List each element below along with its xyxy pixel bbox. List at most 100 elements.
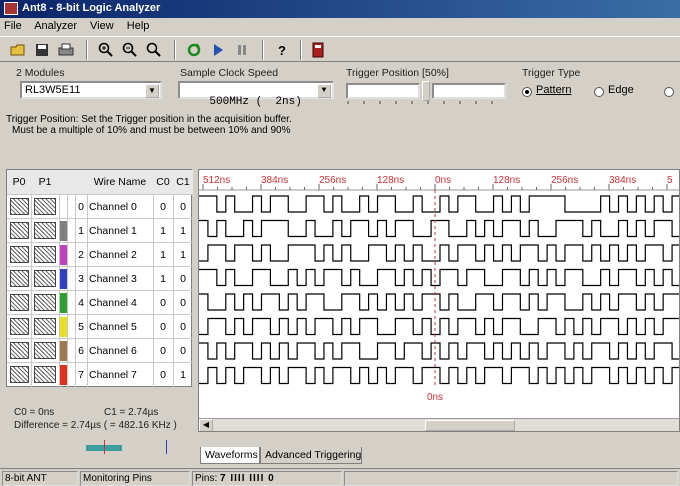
table-row[interactable]: 0 Channel 0 0 0 — [7, 194, 193, 218]
channel-c1: 1 — [180, 249, 186, 261]
p1-pattern[interactable] — [34, 318, 56, 335]
table-row[interactable]: 3 Channel 3 1 0 — [7, 266, 193, 290]
waveform-channel-7 — [199, 366, 679, 385]
scroll-left-icon[interactable]: ◀ — [199, 419, 213, 431]
channel-c1: 0 — [180, 345, 186, 357]
status-mode: Monitoring Pins — [80, 471, 190, 486]
p1-pattern[interactable] — [34, 270, 56, 287]
channel-name[interactable]: Channel 7 — [89, 363, 153, 387]
table-row[interactable]: 6 Channel 6 0 0 — [7, 338, 193, 362]
table-row[interactable]: 7 Channel 7 0 1 — [7, 362, 193, 386]
status-device: 8-bit ANT — [2, 471, 78, 486]
channel-color-swatch — [60, 365, 67, 385]
waveform-channel-0 — [199, 195, 679, 213]
radio-other[interactable] — [664, 87, 674, 97]
p0-pattern[interactable] — [10, 294, 29, 311]
ruler-tick-label: 384ns — [261, 175, 288, 186]
channel-index: 5 — [78, 321, 84, 333]
settings-panel: 2 Modules RL3W5E11 ▼ Sample Clock Speed … — [0, 63, 680, 111]
channel-name[interactable]: Channel 0 — [89, 195, 153, 219]
save-icon[interactable] — [32, 40, 52, 60]
p1-pattern[interactable] — [34, 342, 56, 359]
channel-c0: 1 — [160, 225, 166, 237]
radio-pattern[interactable] — [522, 87, 532, 97]
table-row[interactable]: 1 Channel 1 1 1 — [7, 218, 193, 242]
p0-pattern[interactable] — [10, 198, 29, 215]
app-icon — [4, 2, 18, 15]
clock-speed-select[interactable]: 500MHz ( 2ns) ▼ — [178, 81, 334, 108]
waveform-channel-1 — [199, 219, 679, 238]
menu-view[interactable]: View — [90, 20, 114, 32]
help-icon[interactable]: ? — [272, 40, 292, 60]
p0-pattern[interactable] — [10, 318, 29, 335]
channel-c1: 0 — [180, 297, 186, 309]
menu-bar: File Analyzer View Help — [0, 18, 680, 36]
channel-name[interactable]: Channel 5 — [89, 315, 153, 339]
menu-help[interactable]: Help — [127, 20, 150, 32]
channel-index: 3 — [78, 273, 84, 285]
radio-edge-label: Edge — [608, 84, 634, 96]
waveform-canvas[interactable]: 512ns 384ns 256ns 128ns 0ns 128ns 256ns 384ns 5 … — [199, 170, 680, 432]
horizontal-scrollbar[interactable]: ◀ — [199, 418, 679, 431]
ruler-tick-label: 384ns — [609, 175, 636, 186]
p1-pattern[interactable] — [34, 222, 56, 239]
title-bar: Ant8 - 8-bit Logic Analyzer — [0, 0, 680, 18]
p1-pattern[interactable] — [34, 294, 56, 311]
channel-c0: 0 — [160, 345, 166, 357]
zoom-out-icon[interactable] — [120, 40, 140, 60]
tab-waveforms[interactable]: Waveforms — [200, 447, 260, 464]
radio-edge[interactable] — [594, 87, 604, 97]
open-icon[interactable] — [8, 40, 28, 60]
header-p1: P1 — [38, 176, 52, 188]
table-row[interactable]: 5 Channel 5 0 0 — [7, 314, 193, 338]
channel-c1: 0 — [180, 201, 186, 213]
chevron-down-icon[interactable]: ▼ — [317, 84, 331, 98]
channel-name[interactable]: Channel 6 — [89, 339, 153, 363]
menu-file[interactable]: File — [4, 20, 22, 32]
channel-name[interactable]: Channel 2 — [89, 243, 153, 267]
p1-pattern[interactable] — [34, 198, 56, 215]
overview-bar[interactable] — [8, 440, 192, 454]
waveform-channel-2 — [199, 244, 679, 262]
help-text: Trigger Position: Set the Trigger positi… — [6, 114, 292, 136]
p0-pattern[interactable] — [10, 270, 29, 287]
channel-index: 1 — [78, 225, 84, 237]
header-wire-name: Wire Name — [93, 176, 147, 188]
print-icon[interactable] — [56, 40, 76, 60]
channel-c0: 0 — [160, 201, 166, 213]
waveform-channel-4 — [199, 293, 679, 311]
channel-c1: 0 — [180, 321, 186, 333]
p0-pattern[interactable] — [10, 342, 29, 359]
p0-pattern[interactable] — [10, 246, 29, 263]
trigger-position-thumb[interactable] — [422, 81, 430, 101]
channel-index: 6 — [78, 345, 84, 357]
status-empty — [344, 471, 678, 486]
refresh-icon[interactable] — [184, 40, 204, 60]
toolbar: ? — [0, 36, 680, 62]
channel-name[interactable]: Channel 1 — [89, 219, 153, 243]
channel-index: 0 — [78, 201, 84, 213]
chevron-down-icon[interactable]: ▼ — [145, 84, 159, 98]
tab-advanced-triggering[interactable]: Advanced Triggering — [260, 447, 362, 464]
modules-select[interactable]: RL3W5E11 ▼ — [20, 81, 162, 99]
run-icon[interactable] — [208, 40, 228, 60]
scroll-thumb[interactable] — [425, 420, 515, 431]
menu-analyzer[interactable]: Analyzer — [34, 20, 77, 32]
cursor-difference-readout: Difference = 2.74µs ( = 482.16 KHz ) — [14, 420, 177, 431]
p1-pattern[interactable] — [34, 246, 56, 263]
clock-speed-label: Sample Clock Speed — [180, 67, 279, 79]
zoom-fit-icon[interactable] — [144, 40, 164, 60]
trigger-position-slider[interactable] — [344, 81, 508, 109]
table-row[interactable]: 2 Channel 2 1 1 — [7, 242, 193, 266]
p1-pattern[interactable] — [34, 366, 56, 383]
p0-pattern[interactable] — [10, 366, 29, 383]
header-c0: C0 — [156, 176, 170, 188]
channel-name[interactable]: Channel 3 — [89, 267, 153, 291]
zoom-in-icon[interactable] — [96, 40, 116, 60]
pause-icon[interactable] — [232, 40, 252, 60]
table-row[interactable]: 4 Channel 4 0 0 — [7, 290, 193, 314]
p0-pattern[interactable] — [10, 222, 29, 239]
waveform-panel[interactable]: 512ns 384ns 256ns 128ns 0ns 128ns 256ns 384ns 5 … — [198, 169, 680, 432]
stop-icon[interactable] — [308, 40, 328, 60]
channel-name[interactable]: Channel 4 — [89, 291, 153, 315]
